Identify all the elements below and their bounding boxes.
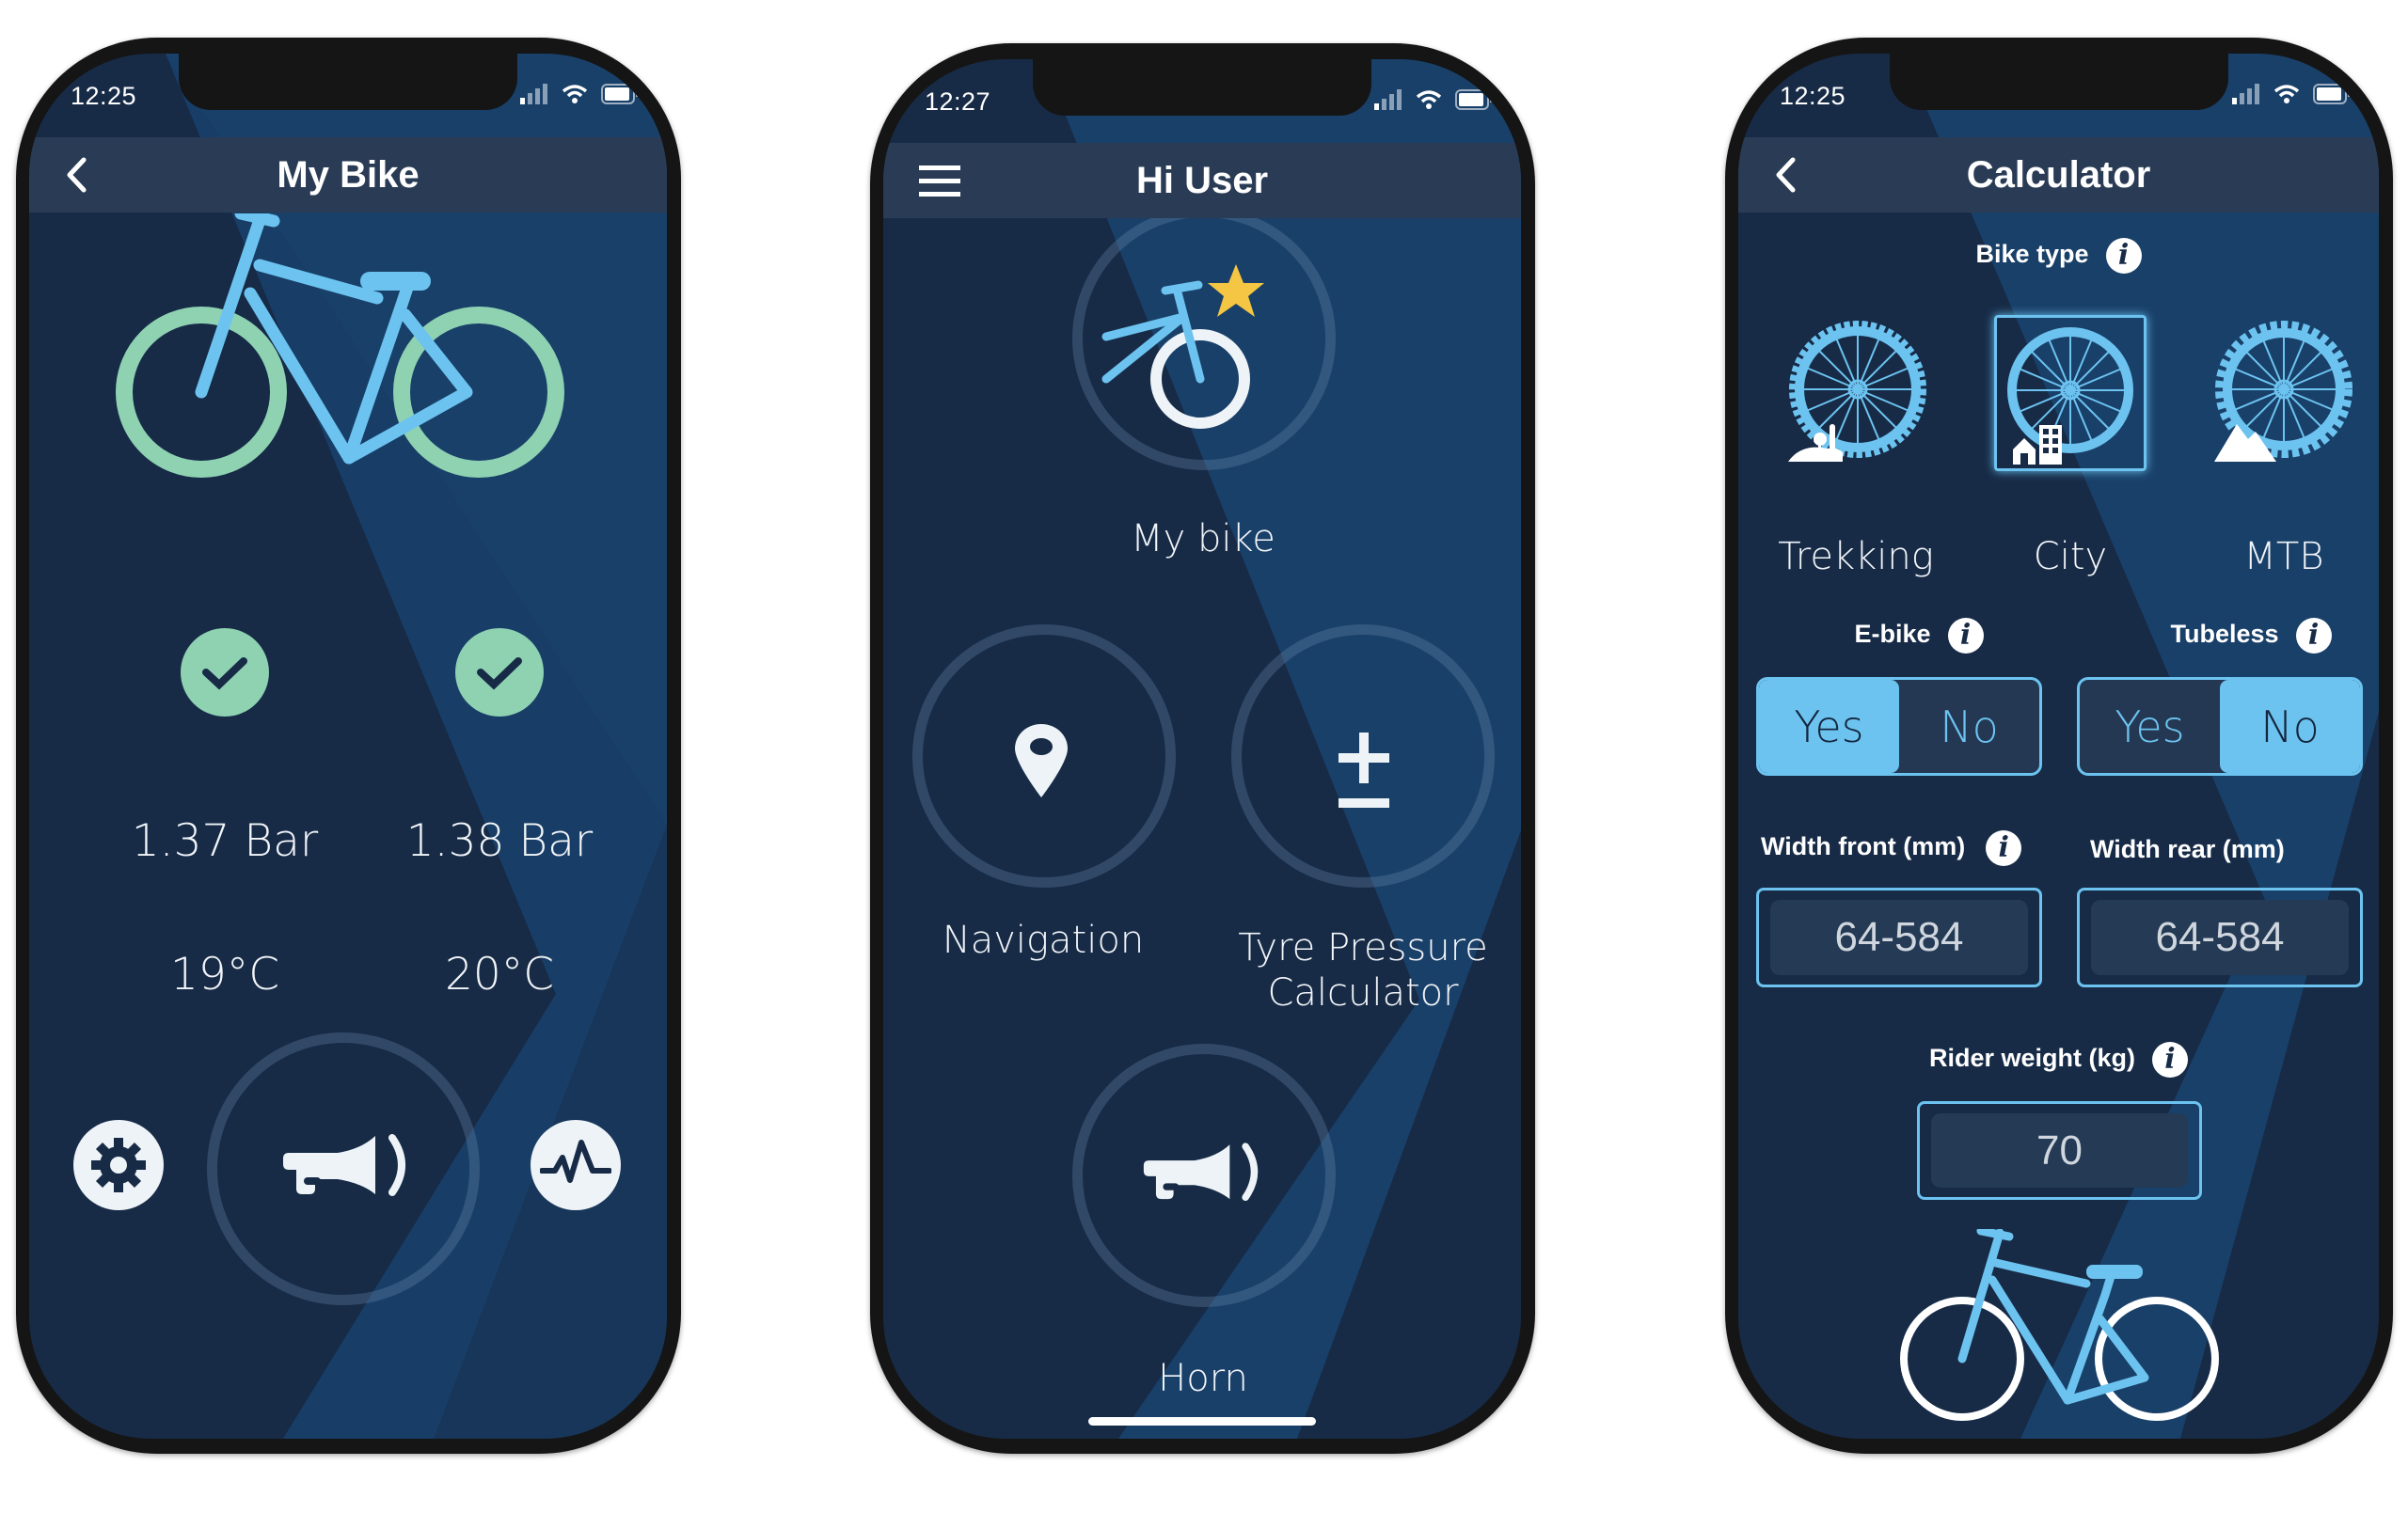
signal-icon [1374, 89, 1402, 110]
width-rear-input[interactable]: 64-584 [2077, 888, 2363, 987]
rider-weight-label: Rider weight (kg) [1928, 1044, 2135, 1073]
rider-weight-value: 70 [1931, 1113, 2188, 1188]
front-check-icon [181, 628, 269, 717]
ebike-info-icon[interactable]: i [1947, 618, 1984, 654]
notch [179, 54, 517, 110]
width-front-label: Width front (mm) [1761, 832, 1966, 861]
width-rear-value: 64-584 [2091, 900, 2349, 975]
bike-type-label: Bike type [1975, 240, 2089, 269]
page-title: Hi User [1135, 160, 1269, 201]
rear-check-icon [455, 628, 544, 717]
bike-illustration [116, 213, 564, 478]
horn-icon [1143, 1143, 1259, 1201]
width-front-value: 64-584 [1770, 900, 2028, 975]
settings-button[interactable] [73, 1120, 164, 1210]
wifi-icon [2273, 85, 2300, 103]
city-wheel-icon [2007, 327, 2133, 465]
rider-weight-label-row: Rider weight (kg) i [1738, 1042, 2379, 1078]
map-pin-icon [1015, 724, 1068, 797]
screen: 12:25 Calculator Bike type i Trekking Ci… [1738, 54, 2379, 1439]
navigation-label: Navigation [942, 919, 1145, 962]
calculator-label-line1: Tyre Pressure [1238, 926, 1488, 969]
screen: 12:27 Hi User My bike Navigation Tyre Pr… [883, 59, 1521, 1439]
tubeless-no-option[interactable]: No [2220, 680, 2360, 773]
calculator-label-line2: Calculator [1267, 971, 1459, 1015]
status-time: 12:25 [1780, 82, 1846, 110]
battery-icon [1455, 89, 1492, 110]
width-rear-label: Width rear (mm) [2090, 835, 2285, 863]
page-title: Calculator [1966, 154, 2151, 196]
mtb-label: MTB [2243, 535, 2324, 578]
front-temperature: 19°C [169, 949, 280, 1001]
horn-label: Horn [1158, 1357, 1248, 1400]
home-indicator[interactable] [1088, 1417, 1316, 1426]
header: My Bike [29, 137, 667, 213]
rider-weight-input[interactable]: 70 [1917, 1101, 2202, 1200]
header: Calculator [1738, 137, 2379, 213]
wifi-icon [1416, 90, 1442, 109]
battery-icon [2313, 84, 2350, 104]
rear-pressure: 1.38 Bar [405, 815, 594, 867]
notch [1889, 54, 2228, 110]
width-front-input[interactable]: 64-584 [1756, 888, 2042, 987]
ebike-label-row: E-bike i [1815, 618, 2022, 654]
ebike-no-option[interactable]: No [1899, 680, 2039, 773]
ebike-toggle[interactable]: Yes No [1756, 677, 2042, 776]
phone-home: 12:27 Hi User My bike Navigation Tyre Pr… [870, 43, 1535, 1454]
gear-icon [91, 1138, 146, 1192]
ebike-yes-option[interactable]: Yes [1759, 680, 1899, 773]
battery-icon [601, 84, 638, 104]
rider-weight-info-icon[interactable]: i [2152, 1042, 2188, 1078]
ebike-label: E-bike [1854, 620, 1931, 649]
screen: 12:25 My Bike 1.37 Bar 1.38 Bar 19°C 20°… [29, 54, 667, 1439]
header: Hi User [883, 143, 1521, 218]
my-bike-label: My bike [1131, 517, 1275, 560]
bike-star-icon [1101, 264, 1264, 429]
plus-minus-icon [1339, 733, 1389, 808]
width-info-icon[interactable]: i [1986, 830, 2022, 866]
status-time: 12:27 [925, 87, 991, 116]
front-pressure: 1.37 Bar [131, 815, 319, 867]
mtb-wheel-icon [2214, 321, 2353, 462]
tubeless-info-icon[interactable]: i [2295, 618, 2332, 654]
phone-my-bike: 12:25 My Bike 1.37 Bar 1.38 Bar 19°C 20°… [16, 38, 681, 1454]
rear-temperature: 20°C [444, 949, 555, 1001]
phone-calculator: 12:25 Calculator Bike type i Trekking Ci… [1725, 38, 2393, 1454]
signal-icon [520, 84, 547, 104]
notch [1033, 59, 1371, 116]
tubeless-label-row: Tubeless i [2143, 618, 2359, 654]
bike-type-label-row: Bike type i [1738, 238, 2379, 274]
page-title: My Bike [277, 154, 420, 196]
activity-button[interactable] [531, 1120, 621, 1210]
signal-icon [2232, 84, 2259, 104]
status-icons [1374, 89, 1493, 110]
bike-illustration [1900, 1229, 2219, 1421]
status-icons [2232, 84, 2351, 104]
width-front-label-row: Width front (mm) i [1761, 830, 2022, 866]
tubeless-label: Tubeless [2170, 620, 2279, 649]
pulse-icon [540, 1140, 611, 1183]
tubeless-toggle[interactable]: Yes No [2077, 677, 2363, 776]
status-time: 12:25 [71, 82, 137, 110]
wifi-icon [562, 85, 588, 103]
status-icons [520, 84, 639, 104]
trekking-wheel-icon [1788, 321, 1926, 462]
bike-type-info-icon[interactable]: i [2105, 238, 2142, 274]
tubeless-yes-option[interactable]: Yes [2080, 680, 2220, 773]
horn-icon [283, 1134, 405, 1196]
